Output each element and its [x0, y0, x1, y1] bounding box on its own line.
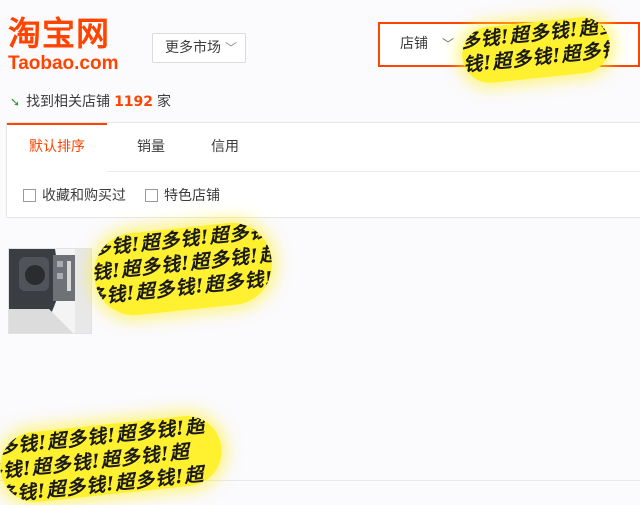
logo-chinese-text: 淘宝网 [8, 14, 110, 53]
tab-default-sort[interactable]: 默认排序 [7, 123, 107, 173]
tab-credit[interactable]: 信用 [189, 123, 261, 171]
search-type-label: 店铺 [400, 36, 428, 52]
checkbox[interactable] [145, 189, 158, 202]
taobao-logo[interactable]: 淘宝网 Taobao.com [8, 16, 136, 75]
filter-row: 收藏和购买过 特色店铺 [7, 171, 640, 217]
chevron-down-icon: ﹀ [442, 37, 455, 51]
shop-thumbnail[interactable] [8, 248, 92, 334]
checkbox[interactable] [23, 189, 36, 202]
logo-english-text: Taobao.com [8, 53, 119, 74]
filter-purchased-favorited[interactable]: 收藏和购买过 [23, 185, 126, 205]
watermark-overlay-middle: 多钱!超多钱!超多钱!超 多钱!超多钱!超多钱!超 多钱!超多钱!超多钱!超 [90, 218, 276, 320]
sort-filter-panel: 默认排序 销量 信用 收藏和购买过 特色店铺 [6, 122, 640, 218]
tab-sales[interactable]: 销量 [115, 123, 187, 171]
filter-label: 收藏和购买过 [42, 188, 126, 204]
watermark-overlay-bottom: 多钱!超多钱!超多钱!超 多钱!超多钱!超多钱!超 多钱!超多钱!超多钱!超 [0, 412, 226, 505]
result-summary: ➘ 找到相关店铺 1192 家 [10, 91, 171, 111]
filter-label: 特色店铺 [164, 188, 220, 204]
result-count: 1192 [114, 94, 154, 110]
more-markets-dropdown[interactable]: 更多市场 ﹀ [152, 33, 246, 63]
shop-photo-image [9, 249, 91, 333]
result-prefix: 找到相关店铺 [26, 94, 111, 110]
filter-featured-shops[interactable]: 特色店铺 [145, 185, 220, 205]
search-type-dropdown[interactable]: 店铺 ﹀ [400, 24, 454, 65]
chevron-down-icon: ﹀ [224, 41, 237, 55]
sort-tabs: 默认排序 销量 信用 [7, 123, 640, 173]
arrow-icon: ➘ [10, 95, 21, 109]
result-suffix: 家 [157, 94, 172, 110]
more-markets-label: 更多市场 [165, 40, 221, 56]
